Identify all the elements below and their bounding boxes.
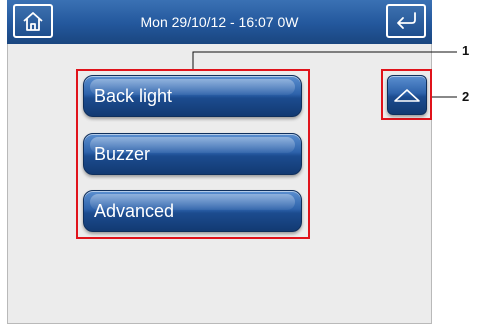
callout-label-2: 2: [462, 89, 470, 104]
callout-1-leader: [192, 51, 457, 69]
callout-label-1: 1: [462, 43, 470, 58]
callout-leaders: [192, 51, 457, 98]
